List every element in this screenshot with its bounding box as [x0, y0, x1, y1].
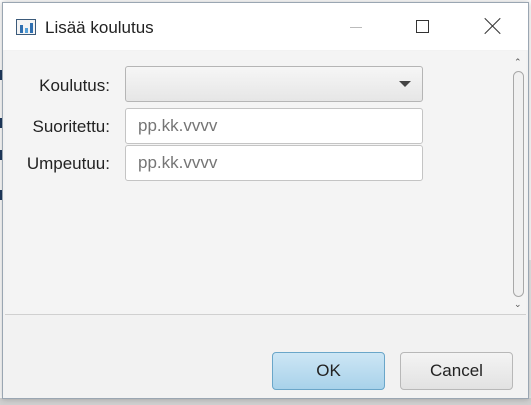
form-area: Koulutus: Suoritettu: Umpeutuu: ⌃ ⌄	[5, 51, 526, 315]
minimize-icon	[350, 27, 362, 28]
cancel-button[interactable]: Cancel	[400, 352, 513, 390]
dialog-title-bar[interactable]: Lisää koulutus	[3, 3, 528, 50]
koulutus-combobox[interactable]	[125, 66, 423, 102]
koulutus-label: Koulutus:	[39, 76, 110, 95]
minimize-button[interactable]	[333, 3, 379, 50]
dialog-button-bar: OK Cancel	[3, 315, 528, 398]
background-status-strip	[0, 398, 531, 405]
suoritettu-date-field[interactable]	[125, 108, 423, 144]
maximize-button[interactable]	[401, 3, 447, 50]
scroll-up-icon[interactable]: ⌃	[514, 59, 523, 68]
scroll-thumb[interactable]	[513, 71, 524, 297]
maximize-icon	[416, 20, 429, 33]
app-icon	[16, 19, 36, 35]
ok-button[interactable]: OK	[272, 352, 385, 390]
scroll-down-icon[interactable]: ⌄	[514, 301, 523, 310]
close-button[interactable]	[469, 3, 515, 50]
umpeutuu-date-field[interactable]	[125, 145, 423, 181]
vertical-scrollbar[interactable]: ⌃ ⌄	[511, 53, 526, 314]
dialog-title: Lisää koulutus	[45, 18, 154, 37]
chevron-down-icon[interactable]	[399, 81, 411, 87]
umpeutuu-label: Umpeutuu:	[26, 154, 110, 173]
add-training-dialog: Lisää koulutus Koulutus: Suoritettu: Ump…	[2, 2, 529, 399]
suoritettu-label: Suoritettu:	[32, 117, 111, 136]
